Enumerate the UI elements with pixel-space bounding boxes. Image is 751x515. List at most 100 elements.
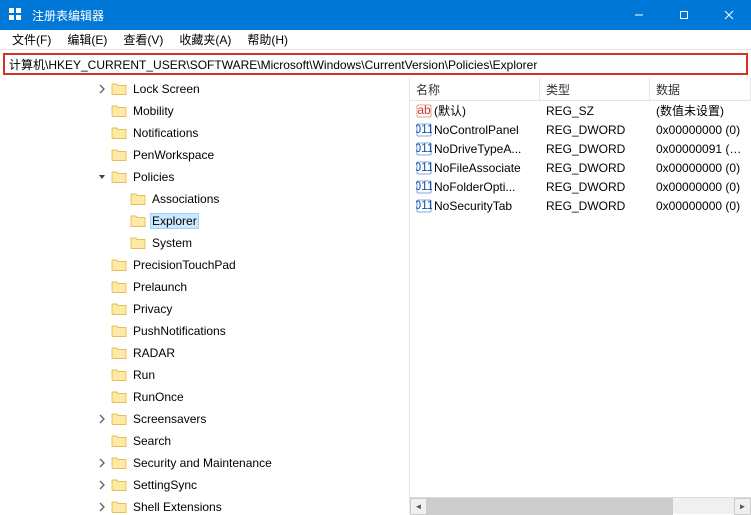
folder-icon — [111, 301, 127, 317]
tree-item[interactable]: Screensavers — [0, 408, 409, 430]
svg-text:011: 011 — [416, 122, 432, 136]
maximize-button[interactable] — [661, 0, 706, 30]
tree-item[interactable]: RADAR — [0, 342, 409, 364]
folder-icon — [111, 389, 127, 405]
col-type[interactable]: 类型 — [540, 78, 650, 101]
tree-item[interactable]: Policies — [0, 166, 409, 188]
close-button[interactable] — [706, 0, 751, 30]
value-row[interactable]: 011NoFolderOpti...REG_DWORD0x00000000 (0… — [410, 177, 751, 196]
tree-item-label: Explorer — [150, 213, 199, 229]
folder-icon — [130, 213, 146, 229]
tree-item[interactable]: Shell Extensions — [0, 496, 409, 514]
tree-item[interactable]: SettingSync — [0, 474, 409, 496]
scroll-right-arrow[interactable]: ► — [734, 498, 751, 515]
chevron-right-icon[interactable] — [95, 456, 109, 470]
tree-item[interactable]: Security and Maintenance — [0, 452, 409, 474]
folder-icon — [111, 125, 127, 141]
menu-help[interactable]: 帮助(H) — [239, 29, 296, 50]
tree-item-label: Security and Maintenance — [131, 456, 274, 470]
tree-item-label: Lock Screen — [131, 82, 202, 96]
value-name: NoFolderOpti... — [434, 180, 515, 194]
svg-text:011: 011 — [416, 141, 432, 155]
tree-item[interactable]: RunOnce — [0, 386, 409, 408]
tree-item-label: RADAR — [131, 346, 177, 360]
folder-icon — [111, 367, 127, 383]
tree-item-label: System — [150, 236, 194, 250]
value-data: (数值未设置) — [650, 101, 751, 120]
chevron-right-icon[interactable] — [95, 82, 109, 96]
tree-item-label: Notifications — [131, 126, 200, 140]
folder-icon — [111, 345, 127, 361]
list-body[interactable]: ab(默认)REG_SZ(数值未设置)011NoControlPanelREG_… — [410, 101, 751, 497]
chevron-right-icon[interactable] — [95, 412, 109, 426]
value-row[interactable]: 011NoControlPanelREG_DWORD0x00000000 (0) — [410, 120, 751, 139]
col-data[interactable]: 数据 — [650, 78, 751, 101]
horizontal-scrollbar[interactable]: ◄ ► — [410, 497, 751, 514]
value-data: 0x00000000 (0) — [650, 160, 751, 176]
tree-item-label: RunOnce — [131, 390, 186, 404]
tree-item[interactable]: Search — [0, 430, 409, 452]
tree-item[interactable]: Explorer — [0, 210, 409, 232]
tree-item-label: Shell Extensions — [131, 500, 224, 514]
app-icon — [8, 7, 24, 23]
tree-item[interactable]: Run — [0, 364, 409, 386]
tree-item-label: Run — [131, 368, 157, 382]
binary-value-icon: 011 — [416, 179, 432, 195]
folder-icon — [111, 323, 127, 339]
value-name: NoFileAssociate — [434, 161, 521, 175]
scroll-track[interactable] — [427, 498, 734, 515]
value-row[interactable]: 011NoSecurityTabREG_DWORD0x00000000 (0) — [410, 196, 751, 215]
address-text: 计算机\HKEY_CURRENT_USER\SOFTWARE\Microsoft… — [9, 56, 537, 73]
binary-value-icon: 011 — [416, 122, 432, 138]
value-type: REG_DWORD — [540, 141, 650, 157]
value-type: REG_DWORD — [540, 198, 650, 214]
menu-favorites[interactable]: 收藏夹(A) — [171, 29, 239, 50]
value-data: 0x00000000 (0) — [650, 198, 751, 214]
folder-icon — [111, 499, 127, 514]
tree-item-label: Policies — [131, 170, 176, 184]
tree-item[interactable]: System — [0, 232, 409, 254]
tree-item[interactable]: PushNotifications — [0, 320, 409, 342]
folder-icon — [111, 103, 127, 119]
chevron-down-icon[interactable] — [95, 170, 109, 184]
tree-item[interactable]: Privacy — [0, 298, 409, 320]
value-row[interactable]: ab(默认)REG_SZ(数值未设置) — [410, 101, 751, 120]
value-row[interactable]: 011NoDriveTypeA...REG_DWORD0x00000091 (1… — [410, 139, 751, 158]
scroll-left-arrow[interactable]: ◄ — [410, 498, 427, 515]
scroll-thumb[interactable] — [427, 498, 673, 515]
string-value-icon: ab — [416, 103, 432, 119]
value-name: NoControlPanel — [434, 123, 519, 137]
value-data: 0x00000091 (145 — [650, 141, 751, 157]
folder-icon — [111, 455, 127, 471]
binary-value-icon: 011 — [416, 198, 432, 214]
minimize-button[interactable] — [616, 0, 661, 30]
svg-text:ab: ab — [417, 103, 431, 117]
folder-icon — [111, 477, 127, 493]
folder-icon — [111, 169, 127, 185]
tree-item[interactable]: Notifications — [0, 122, 409, 144]
folder-icon — [111, 411, 127, 427]
value-row[interactable]: 011NoFileAssociateREG_DWORD0x00000000 (0… — [410, 158, 751, 177]
tree-pane[interactable]: Lock Screen Mobility Notifications PenWorks… — [0, 78, 410, 514]
address-bar[interactable]: 计算机\HKEY_CURRENT_USER\SOFTWARE\Microsoft… — [3, 53, 748, 75]
menu-edit[interactable]: 编辑(E) — [59, 29, 115, 50]
menu-file[interactable]: 文件(F) — [4, 29, 59, 50]
tree-item[interactable]: PrecisionTouchPad — [0, 254, 409, 276]
tree-item[interactable]: Prelaunch — [0, 276, 409, 298]
menu-bar: 文件(F) 编辑(E) 查看(V) 收藏夹(A) 帮助(H) — [0, 30, 751, 50]
tree-item[interactable]: Associations — [0, 188, 409, 210]
value-type: REG_DWORD — [540, 160, 650, 176]
chevron-right-icon[interactable] — [95, 478, 109, 492]
folder-icon — [111, 257, 127, 273]
tree-item[interactable]: PenWorkspace — [0, 144, 409, 166]
window-title: 注册表编辑器 — [32, 7, 616, 24]
svg-text:011: 011 — [416, 179, 432, 193]
menu-view[interactable]: 查看(V) — [115, 29, 171, 50]
chevron-right-icon[interactable] — [95, 500, 109, 514]
tree-item[interactable]: Lock Screen — [0, 78, 409, 100]
tree-item-label: PenWorkspace — [131, 148, 216, 162]
tree-item-label: PushNotifications — [131, 324, 228, 338]
col-name[interactable]: 名称 — [410, 78, 540, 101]
tree-item[interactable]: Mobility — [0, 100, 409, 122]
value-type: REG_DWORD — [540, 122, 650, 138]
